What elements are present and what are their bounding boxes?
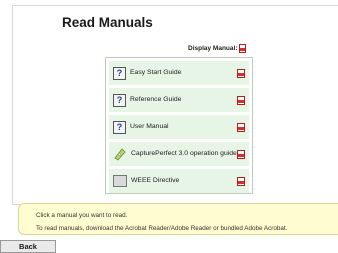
pdf-icon[interactable] (237, 149, 245, 159)
manual-item-captureperfect-guide[interactable]: CapturePerfect 3.0 operation guide (109, 142, 249, 166)
pdf-icon[interactable] (237, 95, 245, 105)
book-icon (113, 175, 127, 187)
pdf-icon[interactable] (237, 68, 245, 78)
info-reader-note: To read manuals, download the Acrobat Re… (36, 225, 288, 232)
help-doc-icon: ? (113, 66, 126, 80)
manual-list: ? Easy Start Guide ? Reference Guide ? U… (105, 57, 253, 194)
manual-label: CapturePerfect 3.0 operation guide (131, 150, 237, 157)
info-instruction: Click a manual you want to read. (36, 212, 128, 219)
manual-label: WEEE Directive (131, 177, 180, 184)
pdf-icon (239, 44, 247, 53)
manual-label: Reference Guide (130, 96, 182, 103)
manual-item-easy-start-guide[interactable]: ? Easy Start Guide (109, 61, 249, 85)
cd-icon (114, 148, 126, 161)
back-button[interactable]: Back (0, 240, 56, 253)
manual-label: Easy Start Guide (130, 69, 182, 76)
help-doc-icon: ? (113, 120, 126, 134)
help-doc-icon: ? (113, 93, 126, 107)
pdf-icon[interactable] (237, 122, 245, 132)
manual-item-user-manual[interactable]: ? User Manual (109, 115, 249, 139)
display-manual-label: Display Manual: (188, 45, 238, 52)
manual-item-weee-directive[interactable]: WEEE Directive (109, 169, 249, 193)
pdf-icon[interactable] (237, 176, 245, 186)
display-manual-header: Display Manual: (188, 44, 247, 53)
manual-item-reference-guide[interactable]: ? Reference Guide (109, 88, 249, 112)
page-title: Read Manuals (62, 15, 153, 30)
manual-label: User Manual (130, 123, 169, 130)
